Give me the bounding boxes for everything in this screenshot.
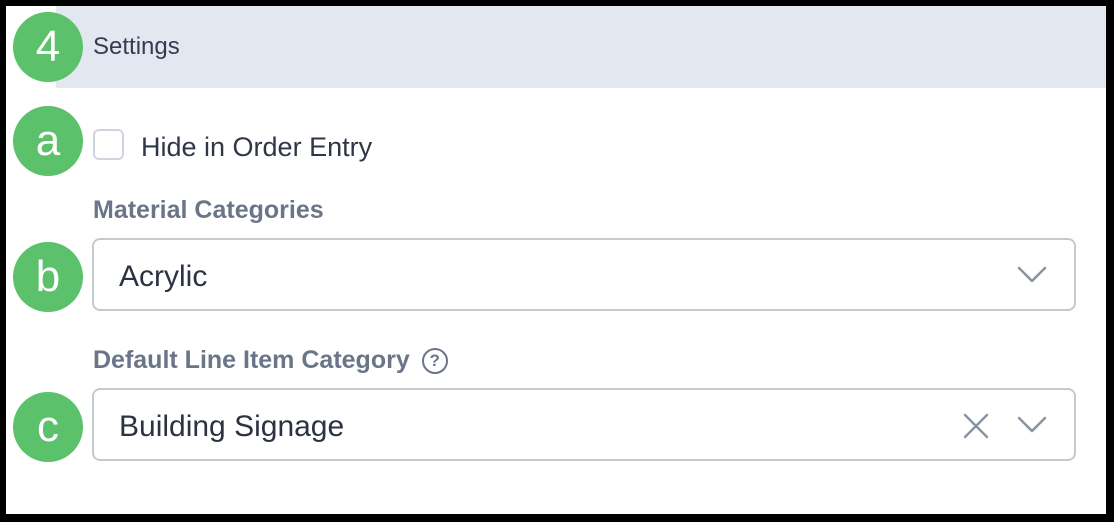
material-categories-label-text: Material Categories	[93, 196, 324, 224]
default-line-item-category-select[interactable]: Building Signage	[92, 388, 1076, 461]
settings-panel: Settings 4 a b c Hide in Order Entry Mat…	[6, 6, 1106, 514]
material-categories-select[interactable]: Acrylic	[92, 238, 1076, 311]
step-badge-4: 4	[13, 12, 83, 82]
step-badge-c: c	[13, 392, 83, 462]
default-line-item-category-label-text: Default Line Item Category	[93, 346, 410, 374]
clear-icon[interactable]	[960, 410, 992, 442]
material-categories-value: Acrylic	[119, 260, 208, 293]
step-badge-a: a	[13, 106, 83, 176]
hide-in-order-entry-row[interactable]: Hide in Order Entry	[93, 126, 372, 163]
default-line-item-category-label: Default Line Item Category ?	[93, 346, 448, 375]
hide-in-order-entry-checkbox[interactable]	[93, 129, 124, 160]
section-header	[56, 6, 1106, 88]
chevron-down-icon[interactable]	[1016, 264, 1048, 286]
default-line-item-category-value: Building Signage	[119, 410, 345, 443]
material-categories-label: Material Categories	[93, 196, 324, 225]
section-title: Settings	[93, 33, 180, 60]
step-badge-b: b	[13, 242, 83, 312]
question-circle-icon[interactable]: ?	[421, 347, 448, 374]
chevron-down-icon[interactable]	[1016, 414, 1048, 436]
hide-in-order-entry-label[interactable]: Hide in Order Entry	[141, 132, 372, 163]
